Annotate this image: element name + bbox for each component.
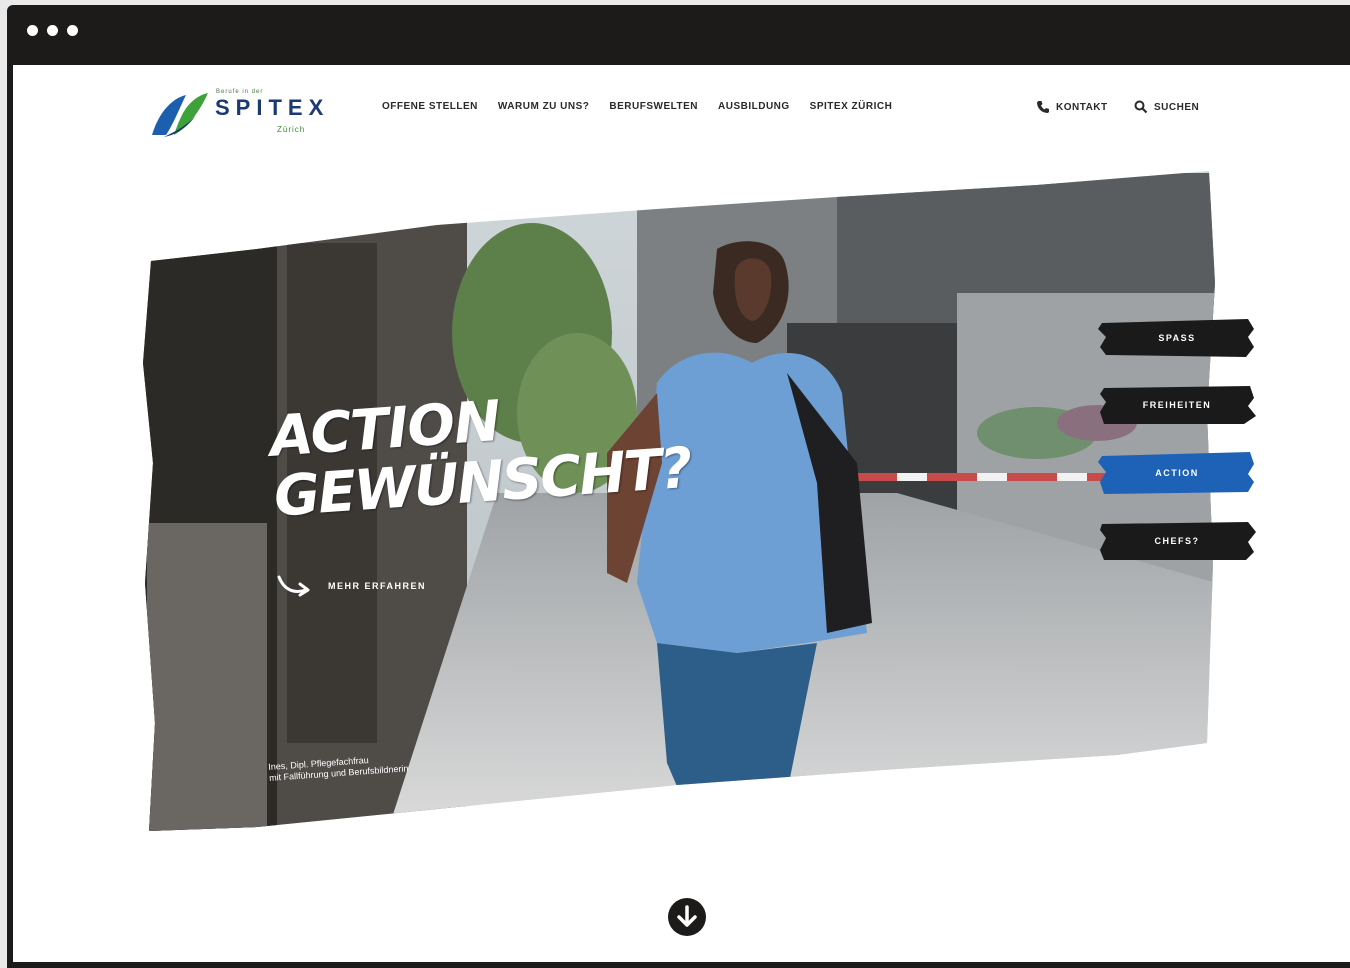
main-nav: OFFENE STELLEN WARUM ZU UNS? BERUFSWELTE…	[382, 101, 892, 112]
spitex-logo-mark	[152, 93, 208, 137]
nav-item-warum-zu-uns[interactable]: WARUM ZU UNS?	[498, 101, 590, 112]
tag-button-chefs[interactable]: CHEFS?	[1098, 520, 1256, 562]
window-dot-minimize[interactable]	[47, 25, 58, 36]
phone-icon	[1037, 101, 1049, 113]
nav-item-ausbildung[interactable]: AUSBILDUNG	[718, 101, 790, 112]
contact-link[interactable]: KONTAKT	[1036, 100, 1108, 114]
more-info-link[interactable]: MEHR ERFAHREN	[276, 574, 426, 598]
window-dot-maximize[interactable]	[67, 25, 78, 36]
tag-button-freiheiten[interactable]: FREIHEITEN	[1098, 384, 1256, 426]
tag-button-action[interactable]: ACTION	[1098, 452, 1256, 494]
search-link[interactable]: SUCHEN	[1134, 100, 1199, 114]
tag-label-chefs: CHEFS?	[1154, 536, 1200, 546]
tag-label-spass: SPASS	[1158, 333, 1196, 343]
window-dot-close[interactable]	[27, 25, 38, 36]
tag-button-spass[interactable]: SPASS	[1098, 317, 1256, 359]
tag-label-freiheiten: FREIHEITEN	[1142, 400, 1212, 410]
spitex-logo[interactable]: Berufe in der SPITEX Zürich	[143, 85, 343, 145]
nav-item-berufswelten[interactable]: BERUFSWELTEN	[609, 101, 698, 112]
scroll-down-button[interactable]	[667, 897, 707, 937]
nav-item-offene-stellen[interactable]: OFFENE STELLEN	[382, 101, 478, 112]
nav-item-spitex-zuerich[interactable]: SPITEX ZÜRICH	[810, 101, 893, 112]
search-label: SUCHEN	[1154, 101, 1200, 113]
more-info-label: MEHR ERFAHREN	[328, 581, 427, 591]
search-icon	[1134, 100, 1148, 114]
logo-wordmark: SPITEX	[215, 95, 330, 120]
window-controls	[27, 25, 78, 36]
tag-label-action: ACTION	[1155, 468, 1199, 478]
arrow-down-circle-icon	[668, 898, 706, 936]
window-titlebar	[13, 5, 1350, 65]
arrow-curve-icon	[277, 575, 310, 597]
contact-label: KONTAKT	[1056, 101, 1108, 113]
logo-city: Zürich	[277, 125, 306, 134]
